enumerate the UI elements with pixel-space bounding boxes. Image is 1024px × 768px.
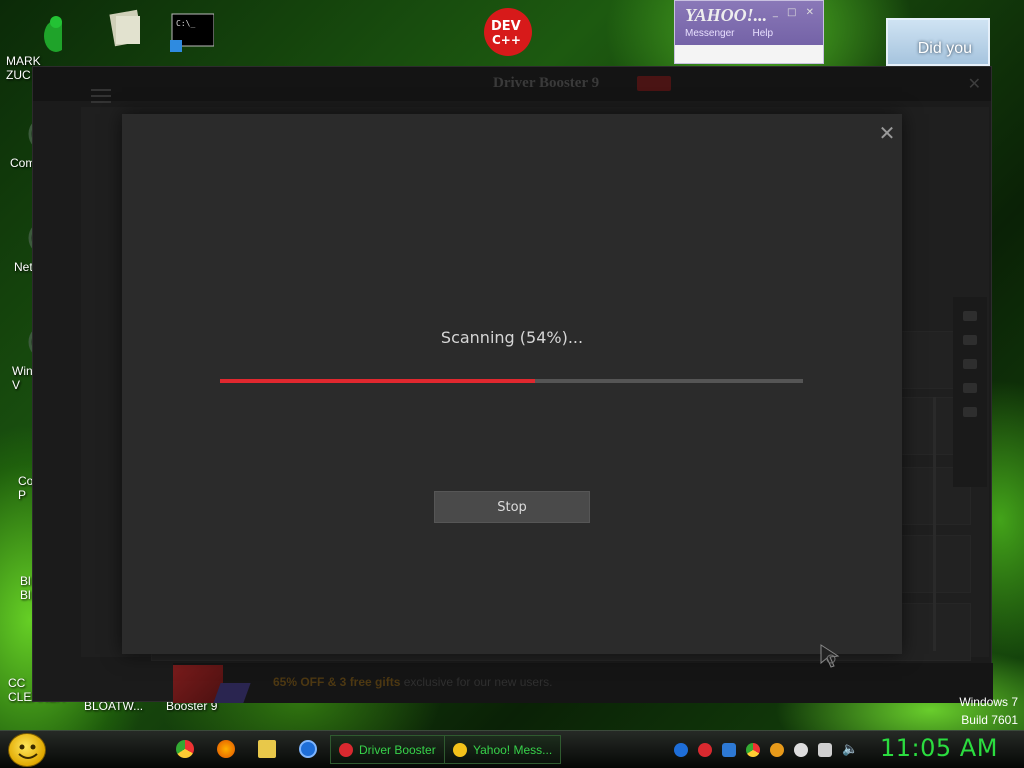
scrollbar[interactable] [933, 397, 936, 651]
app-icon [18, 10, 68, 54]
taskbar-driver-booster[interactable]: Driver Booster [330, 735, 445, 764]
start-button[interactable] [8, 733, 46, 767]
promo-banner[interactable]: 65% OFF & 3 free gifts exclusive for our… [173, 663, 993, 703]
tray-chrome-icon[interactable] [746, 743, 760, 757]
menu-item-help[interactable]: Help [752, 28, 773, 39]
gift-icon [173, 665, 223, 703]
message-icon[interactable] [963, 311, 977, 321]
network-icon[interactable] [818, 743, 832, 757]
task-label: Yahoo! Mess... [473, 742, 553, 757]
app-close-icon[interactable]: ✕ [968, 74, 981, 93]
window-controls[interactable]: _ □ ✕ [773, 7, 817, 18]
news-popup-text: Did you [917, 40, 972, 57]
document-icon [96, 8, 143, 52]
driver-booster-icon [339, 742, 353, 757]
tray-driver-booster-icon[interactable] [698, 743, 712, 757]
tray-status-icon[interactable] [794, 743, 808, 757]
task-label: Driver Booster [359, 742, 436, 757]
close-icon[interactable]: ✕ [876, 122, 898, 144]
desktop-icon-cmd[interactable]: C:\_ [152, 12, 232, 56]
windows-watermark: Windows 7 Build 7601 [959, 693, 1018, 729]
list-icon[interactable] [963, 407, 977, 417]
desktop-icon-devcpp[interactable]: DEV C++ [466, 8, 546, 56]
devcpp-icon: DEV C++ [484, 8, 532, 56]
stop-button[interactable]: Stop [434, 491, 590, 523]
clock[interactable]: 11:05 AM [880, 734, 998, 762]
pro-badge [637, 76, 671, 91]
scan-status-text: Scanning (54%)... [440, 328, 584, 347]
side-toolbar [953, 297, 987, 487]
volume-icon[interactable]: 🔈 [842, 743, 858, 757]
folder-icon[interactable] [258, 740, 276, 758]
yahoo-title: YAHOO!... [685, 5, 768, 25]
yahoo-icon [453, 742, 467, 757]
yahoo-messenger-window[interactable]: YAHOO!... _ □ ✕ Messenger Help [674, 0, 824, 64]
scanning-dialog: ✕ Scanning (54%)... Stop [122, 114, 902, 654]
svg-text:DEV: DEV [491, 19, 521, 34]
gear-icon[interactable] [963, 359, 977, 369]
menu-item-messenger[interactable]: Messenger [685, 28, 734, 39]
taskbar-yahoo-messenger[interactable]: Yahoo! Mess... [444, 735, 562, 764]
tray-ccleaner-icon[interactable] [674, 743, 688, 757]
promo-text: 65% OFF & 3 free gifts exclusive for our… [273, 675, 552, 689]
promo-body: exclusive for our new users. [400, 675, 553, 689]
monitor-icon[interactable] [963, 383, 977, 393]
ccleaner-taskbar-icon[interactable] [299, 740, 317, 758]
svg-text:C:\_: C:\_ [176, 19, 195, 28]
yahoo-menu: Messenger Help [685, 28, 773, 39]
app-title: Driver Booster 9 [493, 75, 600, 91]
news-popup[interactable]: Did you [886, 18, 990, 66]
scan-progress-fill [220, 379, 535, 383]
windows-icon[interactable] [963, 335, 977, 345]
yahoo-body [675, 45, 823, 63]
terminal-icon: C:\_ [170, 12, 215, 56]
hamburger-menu-icon[interactable] [91, 89, 111, 103]
firefox-icon[interactable] [217, 740, 235, 758]
svg-text:C++: C++ [492, 33, 521, 47]
app-titlebar: Driver Booster 9 ✕ [33, 67, 991, 103]
windows-build: Build 7601 [961, 713, 1018, 727]
promo-highlight: 65% OFF & 3 free gifts [273, 675, 401, 689]
desktop-icon-documents[interactable] [78, 8, 158, 52]
windows-version: Windows 7 [959, 695, 1018, 709]
tray-search-icon[interactable] [770, 743, 784, 757]
mouse-cursor [820, 644, 842, 668]
chrome-icon[interactable] [176, 740, 194, 758]
taskbar: Driver Booster Yahoo! Mess... 🔈 11:05 AM [0, 730, 1024, 768]
tray-shield-icon[interactable] [722, 743, 736, 757]
scan-progress-bar [220, 379, 803, 383]
